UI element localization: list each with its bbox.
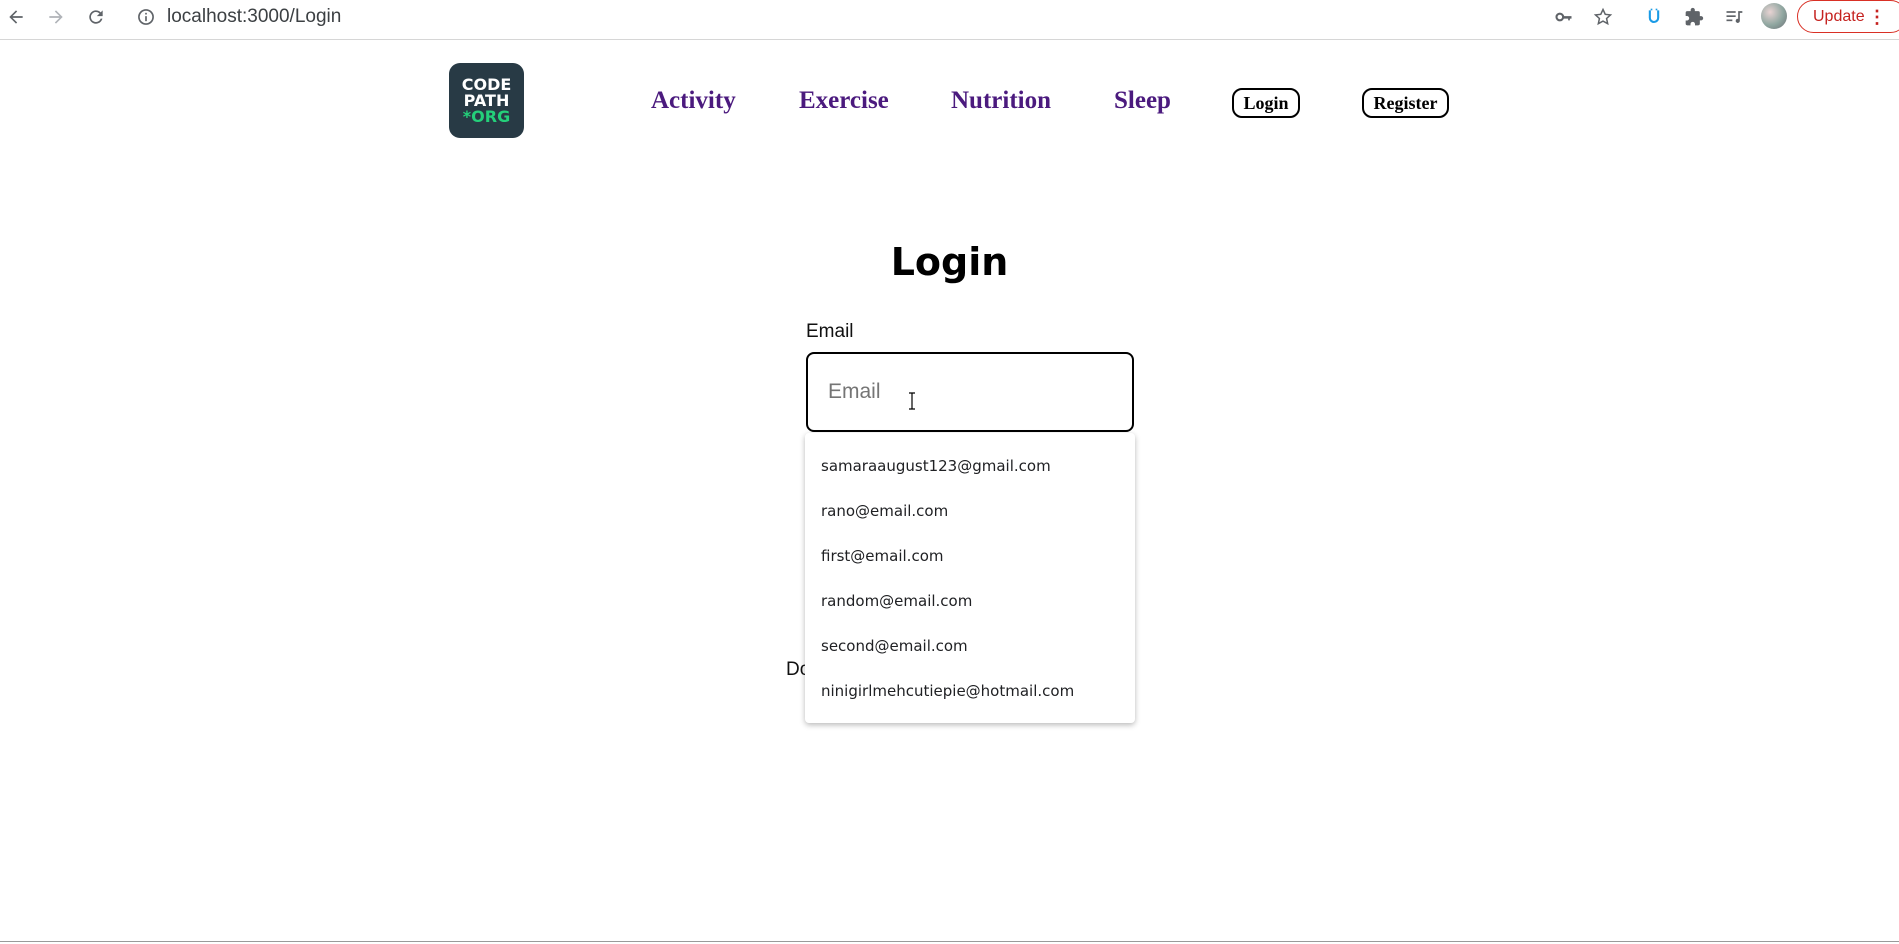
page-title: Login xyxy=(890,240,1009,284)
autocomplete-option[interactable]: ninigirlmehcutiepie@hotmail.com xyxy=(805,668,1135,713)
info-icon[interactable] xyxy=(134,5,158,29)
browser-toolbar: localhost:3000/Login Update ⋮ xyxy=(0,0,1899,40)
nav-register-button[interactable]: Register xyxy=(1362,88,1449,118)
email-label: Email xyxy=(806,321,854,342)
nav-link-exercise[interactable]: Exercise xyxy=(799,87,889,115)
email-autocomplete-dropdown: samaraaugust123@gmail.com rano@email.com… xyxy=(805,433,1135,723)
forward-icon[interactable] xyxy=(44,5,68,29)
autocomplete-option[interactable]: first@email.com xyxy=(805,533,1135,578)
email-input[interactable] xyxy=(806,352,1134,432)
text-cursor-icon xyxy=(909,392,915,410)
nav-link-nutrition[interactable]: Nutrition xyxy=(951,87,1051,115)
key-icon[interactable] xyxy=(1552,5,1576,29)
profile-avatar[interactable] xyxy=(1761,3,1787,29)
logo-line-org: *ORG xyxy=(462,106,511,126)
extension-u-icon[interactable] xyxy=(1642,5,1666,29)
autocomplete-option[interactable]: random@email.com xyxy=(805,578,1135,623)
update-button[interactable]: Update ⋮ xyxy=(1797,0,1899,33)
update-label: Update xyxy=(1813,7,1865,25)
puzzle-icon[interactable] xyxy=(1682,5,1706,29)
autocomplete-option[interactable]: second@email.com xyxy=(805,623,1135,668)
back-icon[interactable] xyxy=(4,5,28,29)
autocomplete-option[interactable]: rano@email.com xyxy=(805,488,1135,533)
autocomplete-option[interactable]: samaraaugust123@gmail.com xyxy=(805,443,1135,488)
nav-link-sleep[interactable]: Sleep xyxy=(1114,87,1171,115)
nav-link-activity[interactable]: Activity xyxy=(651,87,736,115)
menu-kebab-icon[interactable]: ⋮ xyxy=(1868,7,1886,28)
media-queue-icon[interactable] xyxy=(1722,5,1746,29)
nav-login-button[interactable]: Login xyxy=(1232,88,1300,118)
reload-icon[interactable] xyxy=(84,5,108,29)
codepath-logo[interactable]: CODE PATH *ORG xyxy=(449,63,524,138)
star-icon[interactable] xyxy=(1591,5,1615,29)
address-bar-url[interactable]: localhost:3000/Login xyxy=(167,6,341,28)
window-bottom-divider xyxy=(0,941,1899,942)
